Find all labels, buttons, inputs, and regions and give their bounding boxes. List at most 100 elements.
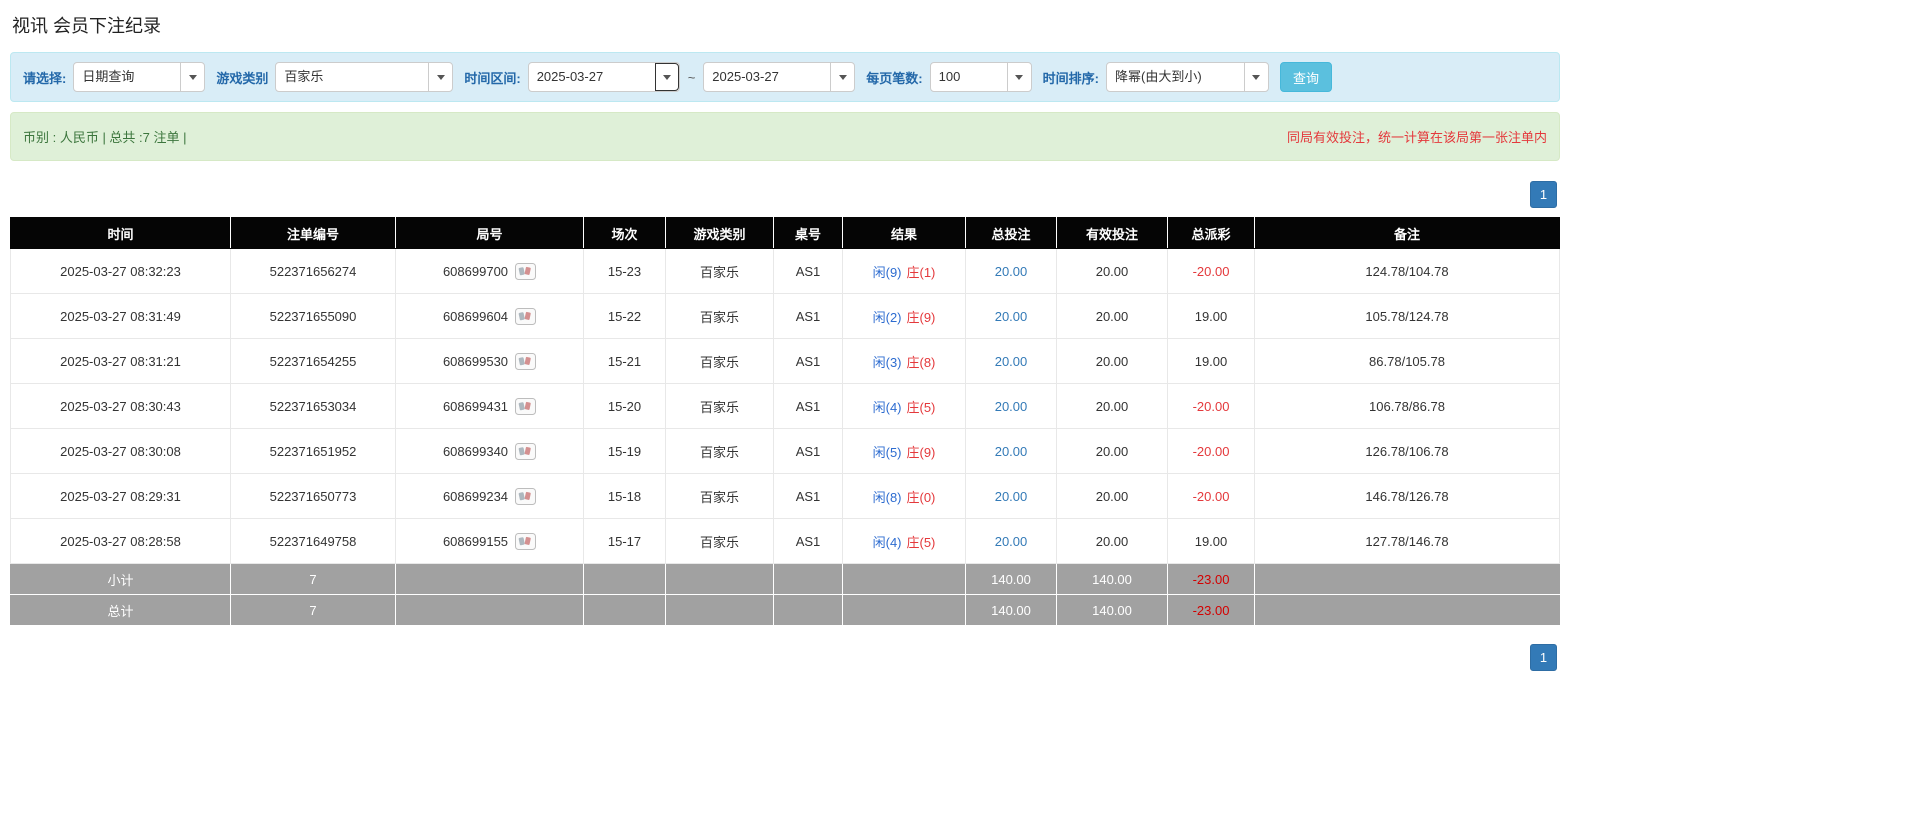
cell-note: 106.78/86.78 (1254, 383, 1560, 429)
date-to-select[interactable]: 2025-03-27 (703, 62, 856, 92)
total-empty (395, 594, 584, 626)
cell-session: 15-23 (583, 248, 666, 294)
total-bet-link[interactable]: 20.00 (995, 309, 1028, 324)
subtotal-empty (1254, 563, 1560, 595)
cell-table-no: AS1 (773, 293, 843, 339)
cell-bet-id: 522371649758 (230, 518, 396, 564)
game-type-select[interactable]: 百家乐 (275, 62, 454, 92)
round-wrap: 608699155 (443, 532, 537, 550)
round-number: 608699604 (442, 308, 509, 324)
cell-payout: 19.00 (1167, 518, 1255, 564)
round-number: 608699340 (442, 443, 509, 459)
cell-bet-id: 522371654255 (230, 338, 396, 384)
cell-game-type: 百家乐 (665, 518, 774, 564)
total-empty (773, 594, 843, 626)
result-player: 闲(3) (872, 354, 902, 370)
cell-note: 86.78/105.78 (1254, 338, 1560, 384)
total-bet-link[interactable]: 20.00 (995, 444, 1028, 459)
game-type-label: 游戏类别 (216, 70, 269, 86)
round-number: 608699530 (442, 353, 509, 369)
result-banker: 庄(1) (906, 264, 936, 280)
chevron-down-icon[interactable] (1243, 63, 1268, 91)
cell-payout: -20.00 (1167, 428, 1255, 474)
cell-valid-bet: 20.00 (1056, 428, 1168, 474)
page-title: 视讯 会员下注纪录 (12, 16, 162, 36)
cell-bet-id: 522371656274 (230, 248, 396, 294)
search-button[interactable]: 查询 (1279, 62, 1332, 92)
cell-total-bet: 20.00 (965, 518, 1057, 564)
round-result-icon[interactable] (515, 487, 537, 505)
total-row: 总计 7 140.00 140.00 -23.00 (10, 594, 1560, 626)
cell-valid-bet: 20.00 (1056, 338, 1168, 384)
chevron-down-icon[interactable] (654, 63, 679, 91)
sort-select[interactable]: 降幂(由大到小) (1105, 62, 1269, 92)
page-button[interactable]: 1 (1530, 181, 1557, 208)
total-bet-link[interactable]: 20.00 (995, 534, 1028, 549)
cell-total-bet: 20.00 (965, 338, 1057, 384)
total-empty (842, 594, 966, 626)
total-bet-link[interactable]: 20.00 (995, 354, 1028, 369)
cell-total-bet: 20.00 (965, 293, 1057, 339)
total-empty (1254, 594, 1560, 626)
round-result-icon[interactable] (515, 352, 537, 370)
cell-round: 608699234 (395, 473, 584, 519)
total-bet-link[interactable]: 20.00 (995, 264, 1028, 279)
cell-session: 15-19 (583, 428, 666, 474)
table-row: 2025-03-27 08:31:21 522371654255 608699530… (10, 338, 1560, 384)
page-size-select[interactable]: 100 (929, 62, 1032, 92)
pagination-top: 1 (10, 181, 1557, 208)
round-wrap: 608699340 (442, 442, 537, 460)
total-bet-link[interactable]: 20.00 (995, 399, 1028, 414)
chevron-down-icon[interactable] (830, 63, 855, 91)
total-total-bet: 140.00 (965, 594, 1057, 626)
cell-round: 608699604 (395, 293, 584, 339)
result-player: 闲(5) (872, 444, 902, 460)
header-payout: 总派彩 (1167, 217, 1255, 249)
result-banker: 庄(0) (906, 489, 936, 505)
subtotal-count: 7 (230, 563, 396, 595)
result-banker: 庄(9) (906, 309, 936, 325)
total-label: 总计 (10, 594, 231, 626)
cell-table-no: AS1 (773, 248, 843, 294)
round-result-icon[interactable] (515, 442, 537, 460)
round-wrap: 608699530 (442, 352, 537, 370)
header-bet-id: 注单编号 (230, 217, 396, 249)
query-type-value: 日期查询 (82, 69, 135, 84)
date-from-select[interactable]: 2025-03-27 (527, 62, 680, 92)
round-wrap: 608699604 (442, 307, 537, 325)
round-result-icon[interactable] (515, 307, 537, 325)
round-number: 608699700 (442, 263, 509, 279)
table-row: 2025-03-27 08:30:43 522371653034 608699431… (10, 383, 1560, 429)
total-bet-link[interactable]: 20.00 (995, 489, 1028, 504)
round-number: 608699234 (442, 488, 509, 504)
chevron-down-icon[interactable] (1006, 63, 1031, 91)
sort-value: 降幂(由大到小) (1114, 69, 1202, 84)
game-type-value: 百家乐 (284, 69, 324, 84)
cell-game-type: 百家乐 (665, 293, 774, 339)
cell-session: 15-21 (583, 338, 666, 384)
cell-round: 608699431 (395, 383, 584, 429)
cell-note: 124.78/104.78 (1254, 248, 1560, 294)
cell-result: 闲(9) 庄(1) (842, 248, 966, 294)
cell-game-type: 百家乐 (665, 473, 774, 519)
chevron-down-icon[interactable] (180, 63, 205, 91)
cell-table-no: AS1 (773, 338, 843, 384)
cell-round: 608699700 (395, 248, 584, 294)
subtotal-empty (583, 563, 666, 595)
subtotal-empty (773, 563, 843, 595)
cell-valid-bet: 20.00 (1056, 293, 1168, 339)
round-result-icon[interactable] (515, 262, 537, 280)
query-type-select[interactable]: 日期查询 (73, 62, 206, 92)
round-result-icon[interactable] (515, 397, 537, 415)
header-table-no: 桌号 (773, 217, 843, 249)
header-valid-bet: 有效投注 (1056, 217, 1168, 249)
round-result-icon[interactable] (515, 532, 537, 550)
page-button[interactable]: 1 (1530, 644, 1557, 671)
chevron-down-icon[interactable] (428, 63, 453, 91)
cell-round: 608699340 (395, 428, 584, 474)
header-game-type: 游戏类别 (665, 217, 774, 249)
round-wrap: 608699431 (443, 397, 537, 415)
cell-round: 608699530 (395, 338, 584, 384)
cell-total-bet: 20.00 (965, 383, 1057, 429)
header-result: 结果 (842, 217, 966, 249)
